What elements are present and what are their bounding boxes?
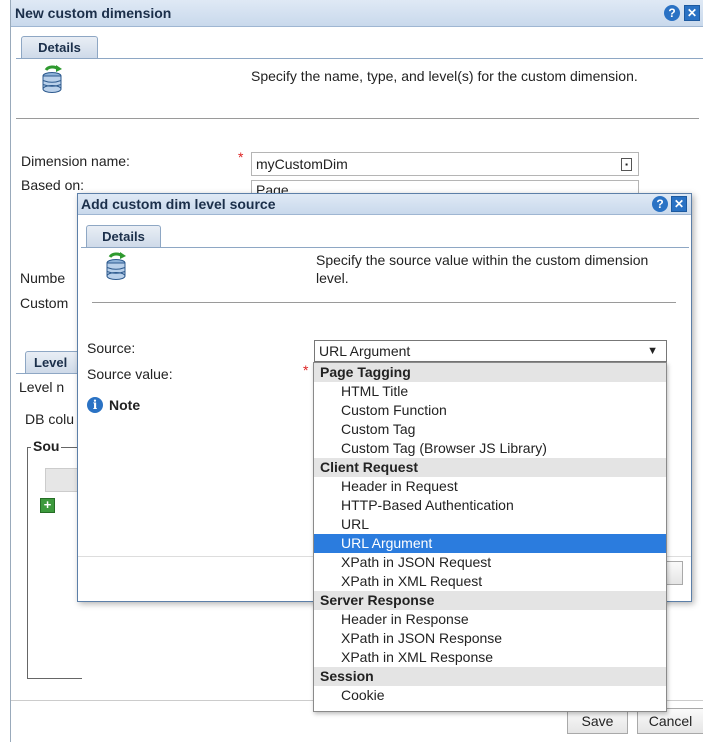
dropdown-option[interactable]: Custom Tag [314, 420, 666, 439]
field-picker-icon[interactable]: ▪ [621, 158, 632, 171]
info-icon: i [87, 397, 103, 413]
help-icon[interactable]: ? [664, 5, 680, 21]
chevron-down-icon: ▼ [647, 345, 658, 357]
dropdown-option[interactable]: HTTP-Based Authentication [314, 496, 666, 515]
inner-tab-divider [81, 247, 689, 248]
dropdown-option[interactable]: XPath in JSON Response [314, 629, 666, 648]
dialog-titlebar[interactable]: New custom dimension ? ✕ [11, 0, 703, 27]
dropdown-option[interactable]: XPath in XML Response [314, 648, 666, 667]
source-select[interactable]: URL Argument ▼ [314, 340, 667, 362]
inner-dialog-description: Specify the source value within the cust… [316, 252, 649, 286]
dimension-name-input[interactable]: myCustomDim ▪ [251, 152, 639, 176]
dimension-name-label: Dimension name: [21, 153, 130, 169]
dimension-name-value: myCustomDim [256, 156, 348, 172]
inner-dialog-title: Add custom dim level source [81, 196, 276, 212]
tab-divider [16, 58, 703, 59]
dropdown-group-header: Session [314, 667, 666, 686]
close-icon[interactable]: ✕ [684, 5, 700, 21]
inner-database-icon [106, 252, 126, 280]
dropdown-option[interactable]: XPath in JSON Request [314, 553, 666, 572]
required-marker: * [238, 149, 244, 165]
level-name-label: Level n [19, 379, 65, 395]
dropdown-option[interactable]: Custom Tag (Browser JS Library) [314, 439, 666, 458]
levels-tab-divider [16, 373, 86, 374]
note-label[interactable]: Note [109, 397, 140, 413]
inner-tab-details[interactable]: Details [86, 225, 161, 248]
dropdown-option[interactable]: URL Argument [314, 534, 666, 553]
dropdown-group-header: Server Response [314, 591, 666, 610]
inner-help-icon[interactable]: ? [652, 196, 668, 212]
inner-close-icon[interactable]: ✕ [671, 196, 687, 212]
inner-required-marker: * [303, 362, 309, 378]
add-source-icon[interactable]: + [40, 498, 55, 513]
dropdown-option[interactable]: URL [314, 515, 666, 534]
db-column-label: DB colu [25, 411, 75, 427]
source-select-value: URL Argument [319, 343, 411, 359]
dropdown-option[interactable]: XPath in XML Request [314, 572, 666, 591]
number-label: Numbe [20, 270, 66, 286]
dropdown-option[interactable]: Header in Response [314, 610, 666, 629]
dropdown-option[interactable]: Header in Request [314, 477, 666, 496]
source-dropdown-list: Page Tagging HTML Title Custom Function Cus… [313, 362, 667, 712]
dropdown-option[interactable]: Custom Function [314, 401, 666, 420]
dialog-description: Specify the name, type, and level(s) for… [251, 68, 638, 84]
custom-label: Custom [20, 295, 69, 311]
section-divider [16, 118, 699, 119]
dropdown-option[interactable]: Cookie [314, 686, 666, 705]
dropdown-group-header: Client Request [314, 458, 666, 477]
database-icon [42, 65, 62, 93]
inner-dialog-titlebar[interactable]: Add custom dim level source ? ✕ [78, 194, 691, 215]
dialog-title: New custom dimension [15, 5, 172, 21]
dropdown-group-header: Page Tagging [314, 363, 666, 382]
dropdown-option[interactable]: HTML Title [314, 382, 666, 401]
inner-section-divider [92, 302, 676, 303]
source-value-label: Source value: [87, 366, 173, 382]
sources-legend: Sou [31, 438, 62, 454]
source-label: Source: [87, 340, 136, 356]
tab-details[interactable]: Details [21, 36, 98, 59]
based-on-label: Based on: [21, 177, 85, 193]
